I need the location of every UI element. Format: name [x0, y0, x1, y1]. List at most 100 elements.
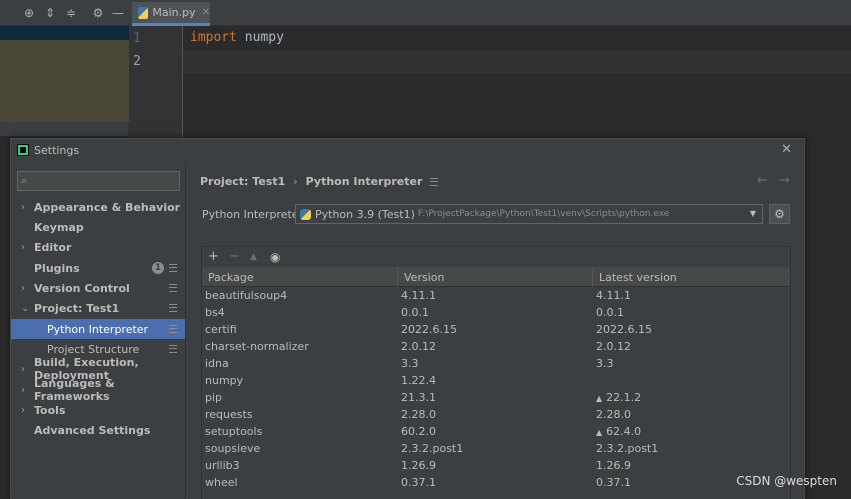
line-number: 1 — [133, 31, 141, 46]
column-divider[interactable] — [592, 267, 593, 287]
package-version-cell: 4.11.1 — [401, 289, 436, 302]
interpreter-name: Python 3.9 (Test1) — [315, 207, 415, 221]
sidebar-item-build[interactable]: › Build, Execution, Deployment — [11, 356, 185, 382]
breadcrumb-parent[interactable]: Project: Test1 — [200, 175, 285, 188]
pycharm-logo-icon — [17, 144, 29, 156]
table-row[interactable]: numpy 1.22.4 — [202, 373, 790, 390]
package-latest-cell: 2.3.2.post1 — [596, 442, 658, 455]
gear-icon[interactable]: ⚙ — [90, 5, 106, 21]
code-line[interactable]: import numpy — [190, 30, 284, 45]
column-divider[interactable] — [397, 267, 398, 287]
project-settings-icon — [169, 264, 177, 272]
table-row[interactable]: bs4 0.0.1 0.0.1 — [202, 305, 790, 322]
sidebar-item-label: Project Structure — [47, 342, 140, 356]
package-latest-cell: 2022.6.15 — [596, 323, 652, 336]
gear-icon: ⚙ — [774, 207, 785, 221]
table-row[interactable]: pip 21.3.1 ▲ 22.1.2 — [202, 390, 790, 407]
package-name-cell: numpy — [205, 374, 244, 387]
minimize-icon[interactable]: — — [110, 5, 126, 21]
package-version-cell: 0.37.1 — [401, 476, 436, 489]
sidebar-item-version-control[interactable]: › Version Control — [11, 278, 185, 298]
breadcrumb: Project: Test1 › Python Interpreter — [200, 175, 439, 188]
package-table-body: beautifulsoup4 4.11.1 4.11.1 bs4 0.0.1 0.0.1 c… — [202, 288, 790, 492]
table-row[interactable]: requests 2.28.0 2.28.0 — [202, 407, 790, 424]
back-arrow-icon[interactable]: ← — [757, 173, 768, 188]
package-latest-label: 62.4.0 — [606, 425, 642, 438]
table-row[interactable]: urllib3 1.26.9 1.26.9 — [202, 458, 790, 475]
upgrade-available-icon: ▲ — [596, 428, 603, 437]
table-row[interactable]: idna 3.3 3.3 — [202, 356, 790, 373]
chevron-down-icon[interactable]: ⌄ — [21, 303, 29, 314]
table-row[interactable]: certifi 2022.6.15 2022.6.15 — [202, 322, 790, 339]
sidebar-item-tools[interactable]: › Tools — [11, 400, 185, 420]
crosshair-icon[interactable]: ⊕ — [21, 5, 37, 21]
package-name-cell: certifi — [205, 323, 237, 336]
sidebar-item-project[interactable]: ⌄ Project: Test1 — [11, 298, 185, 318]
project-pane-highlight — [0, 40, 129, 122]
package-latest-cell: 0.37.1 — [596, 476, 631, 489]
interpreter-label: Python Interpreter: — [202, 208, 307, 221]
column-header-version[interactable]: Version — [404, 271, 444, 284]
dropdown-arrow-icon[interactable]: ▼ — [750, 209, 756, 218]
sidebar-item-python-interpreter[interactable]: Python Interpreter — [11, 319, 185, 339]
column-header-latest[interactable]: Latest version — [599, 271, 677, 284]
sidebar-item-appearance[interactable]: › Appearance & Behavior — [11, 197, 185, 217]
table-row[interactable]: wheel 0.37.1 0.37.1 — [202, 475, 790, 492]
expand-all-icon[interactable]: ⇕ — [42, 5, 58, 21]
chevron-right-icon[interactable]: › — [21, 364, 25, 375]
sidebar-item-label: Advanced Settings — [34, 423, 151, 437]
package-version-cell: 2022.6.15 — [401, 323, 457, 336]
project-settings-icon — [169, 284, 177, 292]
editor-tab-main-py[interactable]: Main.py ✕ — [132, 2, 210, 26]
eye-icon[interactable]: ◉ — [270, 250, 280, 264]
chevron-right-icon[interactable]: › — [21, 242, 25, 253]
table-row[interactable]: beautifulsoup4 4.11.1 4.11.1 — [202, 288, 790, 305]
remove-icon[interactable]: − — [229, 249, 240, 264]
chevron-right-icon[interactable]: › — [21, 385, 25, 396]
watermark: CSDN @wespten — [736, 474, 837, 488]
upgrade-available-icon: ▲ — [596, 394, 603, 403]
close-icon[interactable]: ✕ — [202, 7, 210, 18]
project-settings-icon — [430, 177, 439, 186]
table-row[interactable]: setuptools 60.2.0 ▲ 62.4.0 — [202, 424, 790, 441]
sidebar-item-plugins[interactable]: Plugins 1 — [11, 258, 185, 278]
sidebar-item-languages[interactable]: › Languages & Frameworks — [11, 377, 185, 403]
package-latest-cell: 3.3 — [596, 357, 614, 370]
table-row[interactable]: charset-normalizer 2.0.12 2.0.12 — [202, 339, 790, 356]
sidebar-item-advanced[interactable]: Advanced Settings — [11, 420, 185, 440]
package-version-cell: 2.0.12 — [401, 340, 436, 353]
package-name-cell: soupsieve — [205, 442, 261, 455]
collapse-all-icon[interactable]: ≑ — [63, 5, 79, 21]
package-version-cell: 3.3 — [401, 357, 419, 370]
chevron-right-icon[interactable]: › — [21, 405, 25, 416]
settings-search-input[interactable]: ⌕ — [17, 171, 180, 191]
chevron-right-icon[interactable]: › — [21, 283, 25, 294]
add-icon[interactable]: + — [208, 249, 219, 264]
package-name-cell: beautifulsoup4 — [205, 289, 288, 302]
breadcrumb-current: Python Interpreter — [305, 175, 423, 188]
chevron-right-icon[interactable]: › — [21, 202, 25, 213]
package-latest-cell: 1.26.9 — [596, 459, 631, 472]
python-icon — [300, 208, 311, 220]
package-version-cell: 2.3.2.post1 — [401, 442, 464, 455]
interpreter-settings-button[interactable]: ⚙ — [769, 204, 790, 224]
package-version-cell: 1.26.9 — [401, 459, 436, 472]
interpreter-select[interactable]: Python 3.9 (Test1) F:\ProjectPackage\Pyt… — [295, 204, 763, 224]
package-name-cell: pip — [205, 391, 223, 404]
sidebar-item-editor[interactable]: › Editor — [11, 237, 185, 257]
sidebar-item-keymap[interactable]: Keymap — [11, 217, 185, 237]
forward-arrow-icon[interactable]: → — [779, 173, 790, 188]
breadcrumb-separator: › — [293, 175, 298, 188]
column-header-package[interactable]: Package — [208, 271, 254, 284]
package-latest-cell: 2.28.0 — [596, 408, 631, 421]
package-name-cell: setuptools — [205, 425, 263, 438]
close-icon[interactable]: ✕ — [781, 142, 792, 157]
upgrade-icon[interactable]: ▲ — [250, 252, 257, 262]
interpreter-path: F:\ProjectPackage\Python\Test1\venv\Scri… — [417, 209, 670, 219]
sidebar-item-label: Python Interpreter — [47, 322, 149, 336]
code-keyword: import — [190, 30, 237, 45]
package-name-cell: bs4 — [205, 306, 225, 319]
table-row[interactable]: soupsieve 2.3.2.post1 2.3.2.post1 — [202, 441, 790, 458]
python-file-icon — [138, 6, 149, 19]
package-name-cell: charset-normalizer — [205, 340, 309, 353]
